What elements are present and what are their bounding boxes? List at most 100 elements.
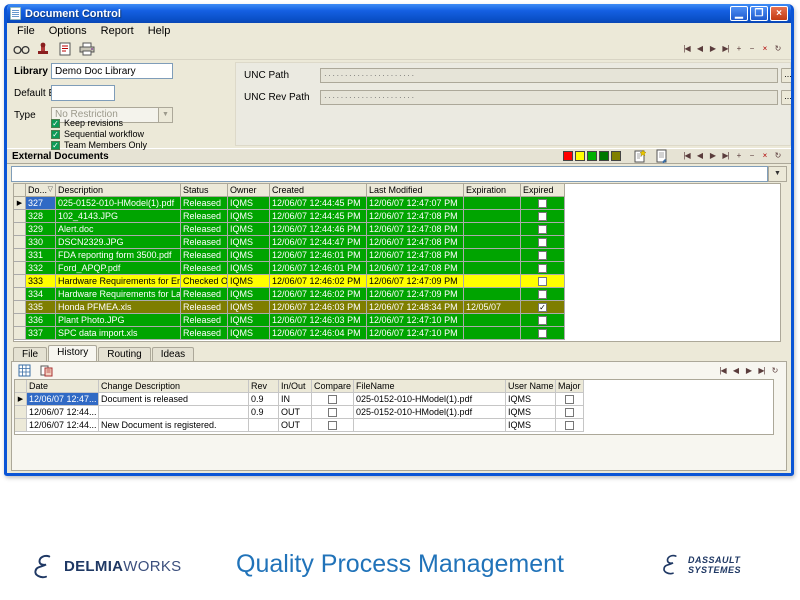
cell[interactable]: Released <box>181 249 228 262</box>
checkbox[interactable] <box>565 408 574 417</box>
open-document-icon[interactable] <box>653 148 671 164</box>
cell[interactable]: IQMS <box>228 327 270 340</box>
glasses-icon[interactable] <box>12 41 30 57</box>
cell[interactable] <box>464 210 521 223</box>
cell[interactable] <box>464 262 521 275</box>
print-icon[interactable] <box>78 41 96 57</box>
checkbox-cell[interactable] <box>556 419 584 432</box>
menu-options[interactable]: Options <box>42 25 94 37</box>
cell[interactable]: IQMS <box>228 288 270 301</box>
cell[interactable]: 327 <box>26 197 56 210</box>
cell[interactable]: Alert.doc <box>56 223 181 236</box>
nav-prior-button[interactable]: ◀ <box>694 150 705 162</box>
table-row[interactable]: 334Hardware Requirements for LargRelease… <box>14 288 780 301</box>
cell[interactable]: 12/06/07 12:44:45 PM <box>270 197 367 210</box>
column-header-do[interactable]: Do...▽ <box>26 184 56 197</box>
nav-next-button[interactable]: ▶ <box>743 365 754 377</box>
nav-first-button[interactable]: |◀ <box>681 150 692 162</box>
table-row[interactable]: 12/06/07 12:44...0.9OUT025-0152-010-HMod… <box>15 406 773 419</box>
revision-icon[interactable] <box>37 363 55 379</box>
cell[interactable] <box>464 249 521 262</box>
cell[interactable] <box>464 236 521 249</box>
expired-checkbox[interactable]: ✓ <box>538 303 547 312</box>
cell[interactable]: 12/06/07 12:47:09 PM <box>367 275 464 288</box>
cell[interactable]: IQMS <box>228 197 270 210</box>
cell[interactable]: 336 <box>26 314 56 327</box>
checkbox-cell[interactable] <box>556 406 584 419</box>
cell[interactable]: 332 <box>26 262 56 275</box>
search-input[interactable] <box>11 166 768 182</box>
expired-checkbox[interactable] <box>538 212 547 221</box>
nav-insert-button[interactable]: + <box>733 150 744 162</box>
cell[interactable]: 337 <box>26 327 56 340</box>
cell[interactable]: 12/06/07 12:47... <box>27 393 99 406</box>
checkbox-cell[interactable] <box>312 419 354 432</box>
cell[interactable]: 12/06/07 12:46:03 PM <box>270 314 367 327</box>
expired-checkbox[interactable] <box>538 225 547 234</box>
stamp-icon[interactable] <box>34 41 52 57</box>
cell[interactable]: IQMS <box>228 249 270 262</box>
nav-insert-button[interactable]: + <box>733 43 744 55</box>
cell[interactable]: Released <box>181 301 228 314</box>
menu-help[interactable]: Help <box>141 25 178 37</box>
column-header-major[interactable]: Major <box>556 380 584 393</box>
cell[interactable]: OUT <box>279 406 312 419</box>
nav-first-button[interactable]: |◀ <box>681 43 692 55</box>
nav-last-button[interactable]: ▶| <box>756 365 767 377</box>
checkbox-cell[interactable] <box>312 406 354 419</box>
cell[interactable]: 12/06/07 12:46:03 PM <box>270 301 367 314</box>
menu-file[interactable]: File <box>10 25 42 37</box>
cell[interactable]: 12/06/07 12:47:07 PM <box>367 197 464 210</box>
cell[interactable]: 025-0152-010-HModel(1).pdf <box>354 406 506 419</box>
tab-history[interactable]: History <box>48 345 97 361</box>
cell[interactable]: 12/06/07 12:44... <box>27 419 99 432</box>
cell[interactable]: Plant Photo.JPG <box>56 314 181 327</box>
expired-checkbox-cell[interactable] <box>521 223 565 236</box>
expired-checkbox-cell[interactable] <box>521 197 565 210</box>
checkbox[interactable] <box>328 408 337 417</box>
checkbox-sequential-workflow[interactable]: ✓Sequential workflow <box>51 129 147 139</box>
cell[interactable]: 329 <box>26 223 56 236</box>
cell[interactable]: 12/05/07 <box>464 301 521 314</box>
cell[interactable]: Released <box>181 223 228 236</box>
nav-next-button[interactable]: ▶ <box>707 43 718 55</box>
cell[interactable]: IQMS <box>228 210 270 223</box>
maximize-button[interactable]: ❐ <box>750 6 768 21</box>
checkbox[interactable] <box>328 421 337 430</box>
checkbox-box[interactable]: ✓ <box>51 141 60 150</box>
column-header-rev[interactable]: Rev <box>249 380 279 393</box>
unc-rev-path-browse-button[interactable]: ... <box>781 90 794 105</box>
cell[interactable] <box>464 288 521 301</box>
column-header-owner[interactable]: Owner <box>228 184 270 197</box>
table-row[interactable]: ▶12/06/07 12:47...Document is released0.… <box>15 393 773 406</box>
nav-refresh-button[interactable]: ↻ <box>772 43 783 55</box>
checkbox[interactable] <box>565 421 574 430</box>
cell[interactable]: 330 <box>26 236 56 249</box>
cell[interactable]: Checked Ou <box>181 275 228 288</box>
cell[interactable]: 12/06/07 12:47:10 PM <box>367 327 464 340</box>
cell[interactable] <box>249 419 279 432</box>
cell[interactable]: 12/06/07 12:48:34 PM <box>367 301 464 314</box>
table-row[interactable]: 331FDA reporting form 3500.pdfReleasedIQ… <box>14 249 780 262</box>
cell[interactable]: 12/06/07 12:44:47 PM <box>270 236 367 249</box>
cell[interactable]: Hardware Requirements for Ente <box>56 275 181 288</box>
nav-last-button[interactable]: ▶| <box>720 150 731 162</box>
cell[interactable]: DSCN2329.JPG <box>56 236 181 249</box>
cell[interactable]: FDA reporting form 3500.pdf <box>56 249 181 262</box>
cell[interactable]: 12/06/07 12:44... <box>27 406 99 419</box>
table-row[interactable]: 328102_4143.JPGReleasedIQMS12/06/07 12:4… <box>14 210 780 223</box>
nav-refresh-button[interactable]: ↻ <box>772 150 783 162</box>
cell[interactable]: 12/06/07 12:44:45 PM <box>270 210 367 223</box>
expired-checkbox-cell[interactable] <box>521 249 565 262</box>
cell[interactable]: 335 <box>26 301 56 314</box>
column-header-expired[interactable]: Expired <box>521 184 565 197</box>
cell[interactable]: Released <box>181 262 228 275</box>
cell[interactable]: 333 <box>26 275 56 288</box>
tab-ideas[interactable]: Ideas <box>152 347 194 361</box>
checkbox-keep-revisions[interactable]: ✓Keep revisions <box>51 118 147 128</box>
cell[interactable]: 331 <box>26 249 56 262</box>
tab-routing[interactable]: Routing <box>98 347 150 361</box>
cell[interactable]: Released <box>181 327 228 340</box>
expired-checkbox[interactable] <box>538 277 547 286</box>
minimize-button[interactable]: ▁ <box>730 6 748 21</box>
